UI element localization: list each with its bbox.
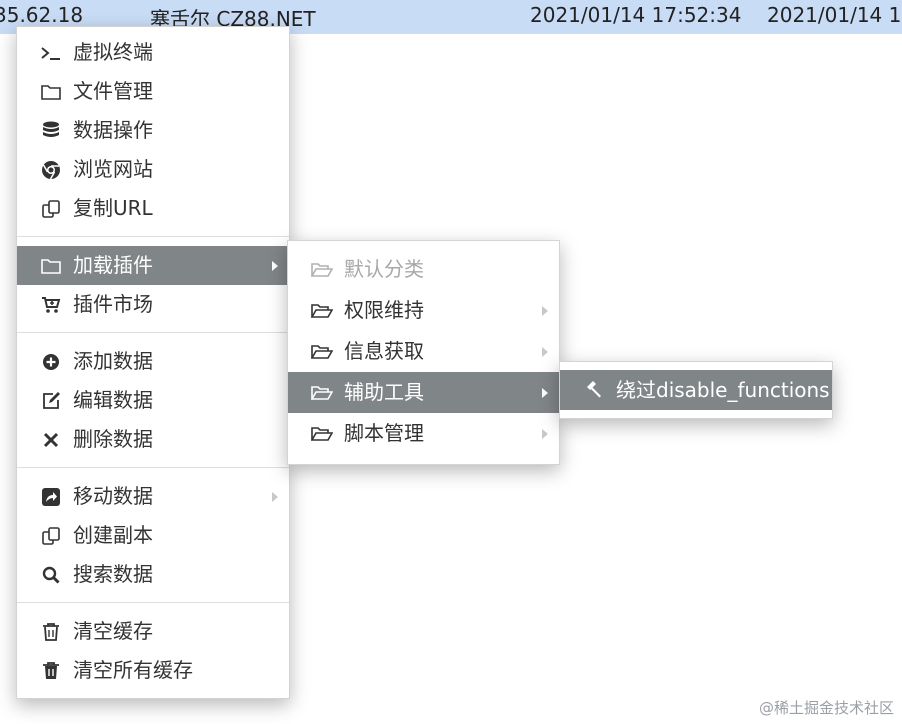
plugin-submenu: 默认分类 权限维持 信息获取 辅助工具 脚本管理 [287,240,560,465]
watermark: @稀土掘金技术社区 [758,699,894,717]
context-menu: 虚拟终端 文件管理 数据操作 浏览网站 复制URL 加载插件 插件市场 添加数据… [16,26,290,699]
trash-icon [39,651,63,690]
menu-item-file-manager[interactable]: 文件管理 [17,72,289,111]
menu-item-label: 创建副本 [73,523,153,547]
edit-icon [39,381,63,420]
menu-item-label: 文件管理 [73,79,153,103]
folder-open-icon [310,290,334,331]
row-updated: 2021/01/14 17 [767,3,902,27]
menu-item-data-operation[interactable]: 数据操作 [17,111,289,150]
submenu-item-label: 绕过disable_functions [616,378,830,402]
copy-icon [39,189,63,228]
menu-divider [17,467,289,468]
menu-item-browse-site[interactable]: 浏览网站 [17,150,289,189]
menu-item-label: 虚拟终端 [73,40,153,64]
menu-item-clear-cache[interactable]: 清空缓存 [17,612,289,651]
submenu-item-label: 脚本管理 [344,421,424,445]
submenu-item-script-management[interactable]: 脚本管理 [288,413,559,454]
caret-right-icon [539,331,551,372]
menu-item-label: 数据操作 [73,118,153,142]
chrome-icon [39,150,63,189]
gavel-icon [582,370,606,410]
menu-item-copy-url[interactable]: 复制URL [17,189,289,228]
menu-item-label: 移动数据 [73,484,153,508]
database-icon [39,111,63,150]
menu-item-label: 清空缓存 [73,619,153,643]
menu-item-label: 删除数据 [73,427,153,451]
menu-item-create-copy[interactable]: 创建副本 [17,516,289,555]
plus-circle-icon [39,342,63,381]
menu-divider [17,236,289,237]
menu-item-clear-all-cache[interactable]: 清空所有缓存 [17,651,289,690]
submenu-item-bypass-disable-functions[interactable]: 绕过disable_functions [560,370,832,410]
row-created: 2021/01/14 17:52:34 [530,3,742,27]
folder-open-icon [310,372,334,413]
caret-right-icon [269,246,281,285]
folder-open-icon [310,249,334,290]
folder-icon [39,72,63,111]
folder-open-icon [310,413,334,454]
menu-divider [17,332,289,333]
menu-item-move-data[interactable]: 移动数据 [17,477,289,516]
tools-submenu: 绕过disable_functions [559,361,833,419]
submenu-item-info-gathering[interactable]: 信息获取 [288,331,559,372]
submenu-item-label: 信息获取 [344,339,424,363]
menu-item-label: 添加数据 [73,349,153,373]
menu-item-add-data[interactable]: 添加数据 [17,342,289,381]
menu-item-load-plugin[interactable]: 加载插件 [17,246,289,285]
menu-divider [17,602,289,603]
submenu-item-default-category: 默认分类 [288,249,559,290]
menu-item-label: 清空所有缓存 [73,658,193,682]
menu-item-label: 搜索数据 [73,562,153,586]
folder-open-icon [310,331,334,372]
terminal-icon [39,33,63,72]
menu-item-label: 插件市场 [73,292,153,316]
menu-item-edit-data[interactable]: 编辑数据 [17,381,289,420]
caret-right-icon [539,372,551,413]
caret-right-icon [269,477,281,516]
folder-icon [39,246,63,285]
menu-item-terminal[interactable]: 虚拟终端 [17,33,289,72]
menu-item-plugin-market[interactable]: 插件市场 [17,285,289,324]
close-icon [39,420,63,459]
menu-item-search-data[interactable]: 搜索数据 [17,555,289,594]
search-icon [39,555,63,594]
menu-item-label: 复制URL [73,196,153,220]
cart-icon [39,285,63,324]
submenu-item-label: 辅助工具 [344,380,424,404]
copy-icon [39,516,63,555]
submenu-item-label: 默认分类 [344,257,424,281]
menu-item-label: 加载插件 [73,253,153,277]
share-square-icon [39,477,63,516]
submenu-item-label: 权限维持 [344,298,424,322]
menu-item-delete-data[interactable]: 删除数据 [17,420,289,459]
caret-right-icon [539,413,551,454]
submenu-item-persistence[interactable]: 权限维持 [288,290,559,331]
menu-item-label: 编辑数据 [73,388,153,412]
submenu-item-aux-tools[interactable]: 辅助工具 [288,372,559,413]
trash-icon [39,612,63,651]
row-ip: 35.62.18 [0,3,84,27]
menu-item-label: 浏览网站 [73,157,153,181]
caret-right-icon [539,290,551,331]
